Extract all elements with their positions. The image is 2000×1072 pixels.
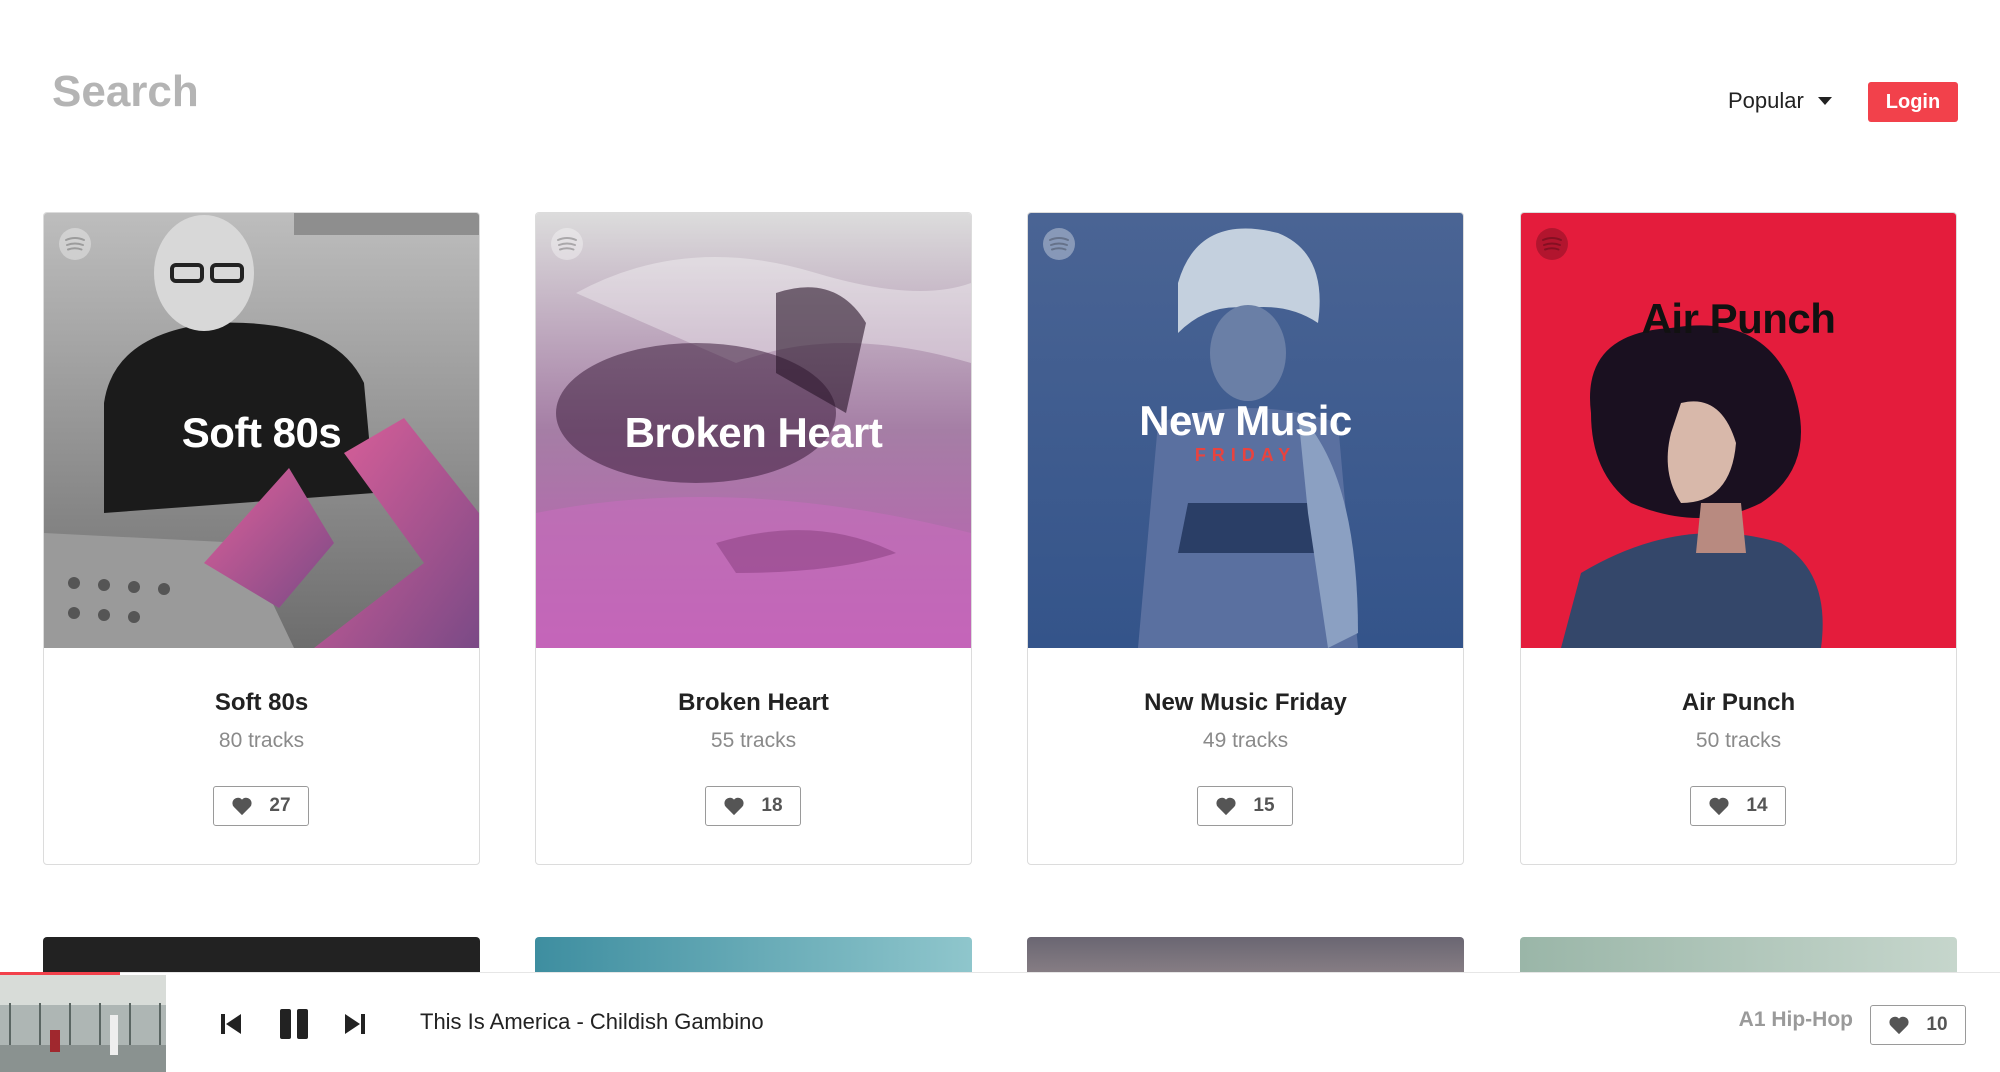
like-count: 10 [1926,1014,1948,1035]
next-button[interactable] [338,1007,372,1041]
pause-button[interactable] [276,1007,312,1041]
track-count: 80 tracks [218,729,305,752]
playlist-cover[interactable]: New Music FRIDAY [1028,213,1463,648]
search-input[interactable] [52,62,652,122]
track-count: 50 tracks [1695,729,1782,752]
heart-icon [1216,797,1236,816]
cover-art [1521,213,1956,648]
top-bar: Popular Login [0,0,2000,190]
caret-down-icon [1817,97,1832,105]
heart-icon [232,797,252,816]
player-bar: This Is America - Childish Gambino A1 Hi… [0,972,2000,1072]
playlist-cover[interactable]: Broken Heart [536,213,971,648]
skip-back-icon [221,1014,241,1034]
like-count: 27 [269,795,291,816]
spotify-icon [551,228,583,260]
sort-dropdown-label: Popular [1728,88,1804,113]
like-count: 14 [1746,795,1768,816]
playlist-title[interactable]: Air Punch [1521,689,1956,717]
playlist-card[interactable]: Air Punch Air Punch 50 tracks 14 [1520,212,1957,865]
like-button[interactable]: 27 [213,786,309,826]
now-playing-thumbnail [0,975,166,1072]
playlist-card[interactable]: Soft 80s Soft 80s 80 tracks 27 [43,212,480,865]
cover-title: Soft 80s [181,409,342,456]
spotify-icon [59,228,91,260]
previous-button[interactable] [214,1007,248,1041]
cover-subtitle: FRIDAY [1194,445,1297,465]
heart-icon [1709,797,1729,816]
heart-icon [724,797,744,816]
cover-title: Broken Heart [624,409,883,456]
spotify-icon [1043,228,1075,260]
progress-bar[interactable] [0,972,2000,975]
heart-icon [1889,1016,1909,1035]
track-count: 49 tracks [1202,729,1289,752]
playlist-card[interactable]: New Music FRIDAY New Music Friday 49 tra… [1027,212,1464,865]
sort-dropdown[interactable]: Popular [1728,84,1832,118]
spotify-icon [1536,228,1568,260]
like-button[interactable]: 14 [1690,786,1786,826]
pause-icon [280,1009,308,1039]
now-playing-title: This Is America - Childish Gambino [420,1009,764,1034]
playlist-card[interactable]: Broken Heart Broken Heart 55 tracks 18 [535,212,972,865]
player-like-button[interactable]: 10 [1870,1005,1966,1045]
playlist-cover[interactable]: Air Punch [1521,213,1956,648]
playlist-cover[interactable]: Soft 80s [44,213,479,648]
skip-forward-icon [345,1014,365,1034]
playlist-title[interactable]: Soft 80s [44,689,479,717]
cover-title: New Music [1139,397,1352,444]
playlist-title[interactable]: Broken Heart [536,689,971,717]
like-count: 18 [761,795,783,816]
like-button[interactable]: 18 [705,786,801,826]
now-playing-playlist[interactable]: A1 Hip-Hop [1739,1008,1853,1032]
login-button[interactable]: Login [1868,82,1958,122]
cover-title: Air Punch [1641,295,1836,342]
like-button[interactable]: 15 [1197,786,1293,826]
like-count: 15 [1253,795,1275,816]
playlist-title[interactable]: New Music Friday [1028,689,1463,717]
track-count: 55 tracks [710,729,797,752]
